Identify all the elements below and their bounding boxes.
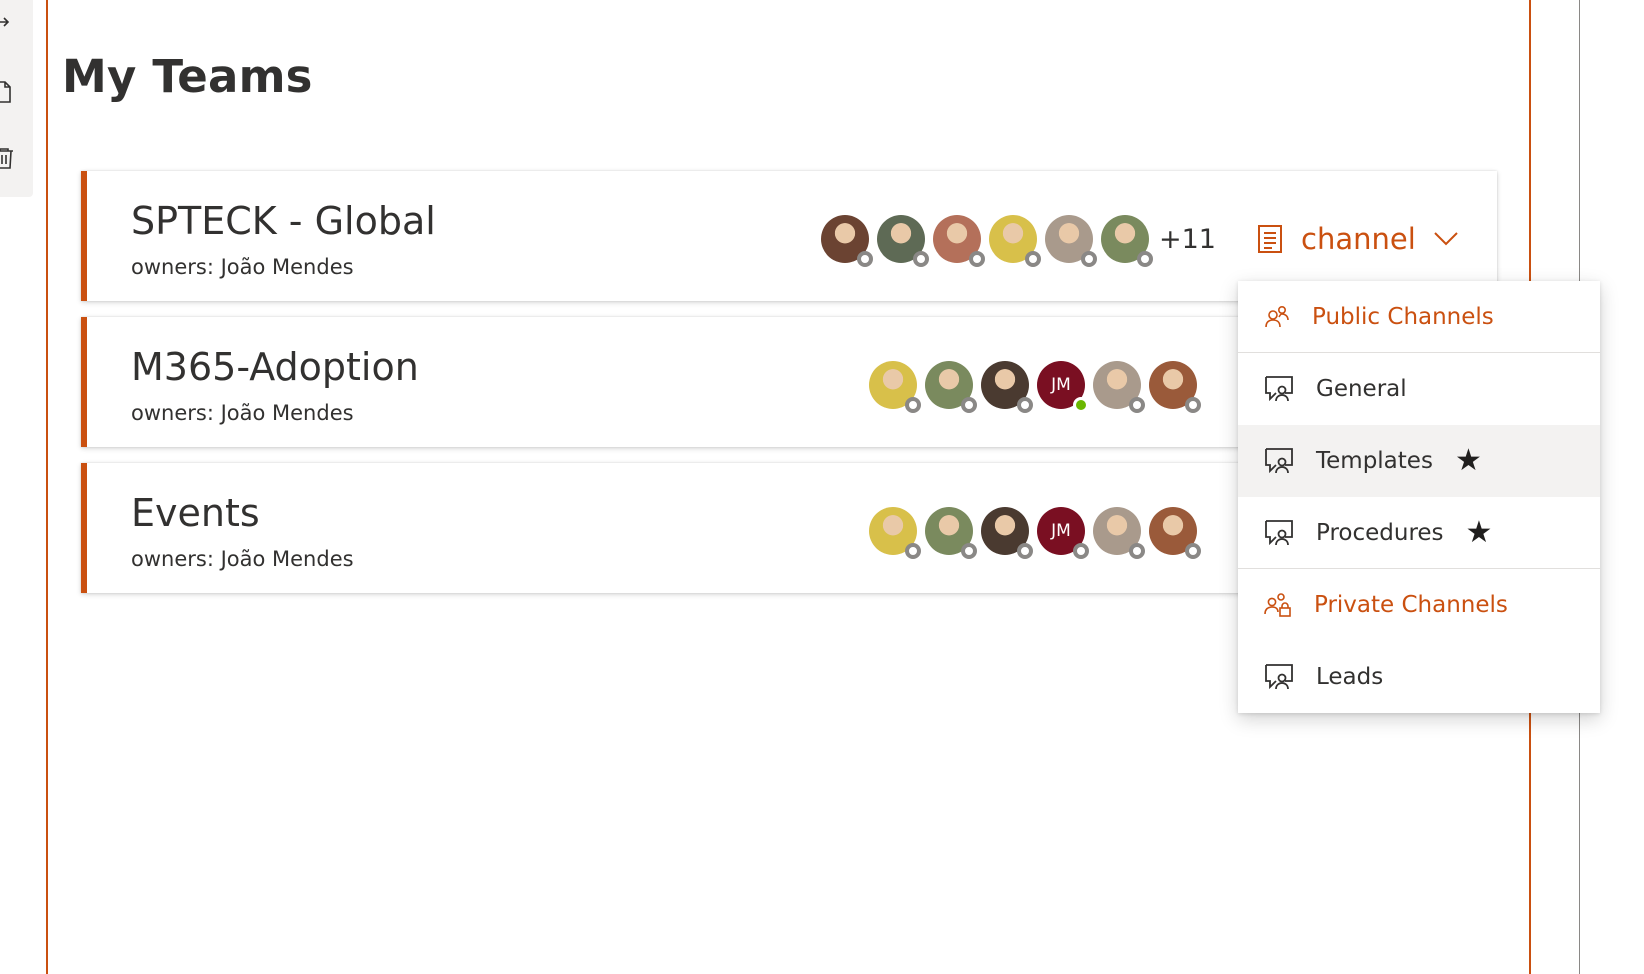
channel-chat-icon: [1265, 519, 1293, 545]
channel-label: Templates: [1316, 448, 1433, 474]
presence-status-icon: [857, 251, 873, 267]
member-avatar[interactable]: [925, 507, 977, 559]
channel-list-icon: [1258, 225, 1282, 253]
member-avatar[interactable]: [989, 215, 1041, 267]
member-avatar[interactable]: [869, 361, 921, 413]
private-channels-header: Private Channels: [1238, 569, 1600, 641]
channel-item-general[interactable]: General: [1238, 353, 1600, 425]
team-name[interactable]: Events: [131, 491, 260, 535]
presence-status-icon: [1185, 397, 1201, 413]
presence-status-icon: [1017, 543, 1033, 559]
team-name[interactable]: SPTECK - Global: [131, 199, 436, 243]
side-toolbar: [0, 0, 33, 197]
member-avatar[interactable]: [821, 215, 873, 267]
team-owners: owners: João Mendes: [131, 547, 354, 571]
more-members-count[interactable]: +11: [1159, 224, 1216, 255]
copy-icon[interactable]: [0, 80, 16, 104]
member-avatar[interactable]: JM: [1037, 361, 1089, 413]
channel-item-leads[interactable]: Leads: [1238, 641, 1600, 713]
member-avatar[interactable]: [1101, 215, 1153, 267]
channel-label: Leads: [1316, 664, 1384, 690]
team-owners: owners: João Mendes: [131, 255, 354, 279]
presence-status-icon: [961, 397, 977, 413]
favorite-star-icon[interactable]: ★: [1466, 517, 1493, 548]
member-avatar[interactable]: [1045, 215, 1097, 267]
private-channels-icon: [1264, 593, 1291, 617]
channel-item-templates[interactable]: Templates ★: [1238, 425, 1600, 497]
presence-status-icon: [1073, 543, 1089, 559]
member-avatar[interactable]: [1093, 361, 1145, 413]
channel-label: Procedures: [1316, 519, 1444, 546]
channel-chat-icon: [1265, 376, 1293, 402]
channel-chat-icon: [1265, 664, 1293, 690]
delete-icon[interactable]: [0, 146, 16, 170]
public-channels-header: Public Channels: [1238, 281, 1600, 353]
presence-status-icon: [1081, 251, 1097, 267]
presence-status-icon: [969, 251, 985, 267]
member-avatar[interactable]: [1093, 507, 1145, 559]
channel-dropdown-label: channel: [1301, 222, 1416, 256]
presence-status-icon: [1185, 543, 1201, 559]
team-name[interactable]: M365-Adoption: [131, 345, 419, 389]
presence-status-icon: [961, 543, 977, 559]
channel-menu: Public Channels General Templates ★ Proc…: [1238, 281, 1600, 713]
member-avatar[interactable]: [869, 507, 921, 559]
favorite-star-icon[interactable]: ★: [1455, 446, 1482, 476]
member-avatars: JM: [869, 361, 1205, 413]
member-avatars: JM: [869, 507, 1205, 559]
member-avatar[interactable]: [981, 507, 1033, 559]
public-channels-icon: [1265, 305, 1289, 327]
presence-status-icon: [905, 397, 921, 413]
private-channels-label: Private Channels: [1314, 592, 1508, 618]
member-avatar[interactable]: [933, 215, 985, 267]
channel-dropdown-button[interactable]: channel: [1257, 215, 1458, 263]
presence-status-icon: [1073, 397, 1089, 413]
presence-status-icon: [1017, 397, 1033, 413]
presence-status-icon: [1129, 397, 1145, 413]
channel-label: General: [1316, 376, 1407, 402]
presence-status-icon: [913, 251, 929, 267]
member-avatar[interactable]: [1149, 507, 1201, 559]
presence-status-icon: [1129, 543, 1145, 559]
channel-item-procedures[interactable]: Procedures ★: [1238, 497, 1600, 569]
channel-chat-icon: [1265, 448, 1293, 474]
presence-status-icon: [1137, 251, 1153, 267]
move-icon[interactable]: [0, 10, 16, 34]
member-avatar[interactable]: [1149, 361, 1201, 413]
chevron-down-icon: [1434, 232, 1458, 246]
presence-status-icon: [1025, 251, 1041, 267]
page-title: My Teams: [62, 50, 313, 103]
public-channels-label: Public Channels: [1312, 303, 1494, 330]
presence-status-icon: [905, 543, 921, 559]
team-owners: owners: João Mendes: [131, 401, 354, 425]
member-avatar[interactable]: [981, 361, 1033, 413]
member-avatars: +11: [821, 215, 1216, 267]
member-avatar[interactable]: [925, 361, 977, 413]
member-avatar[interactable]: [877, 215, 929, 267]
member-avatar[interactable]: JM: [1037, 507, 1089, 559]
